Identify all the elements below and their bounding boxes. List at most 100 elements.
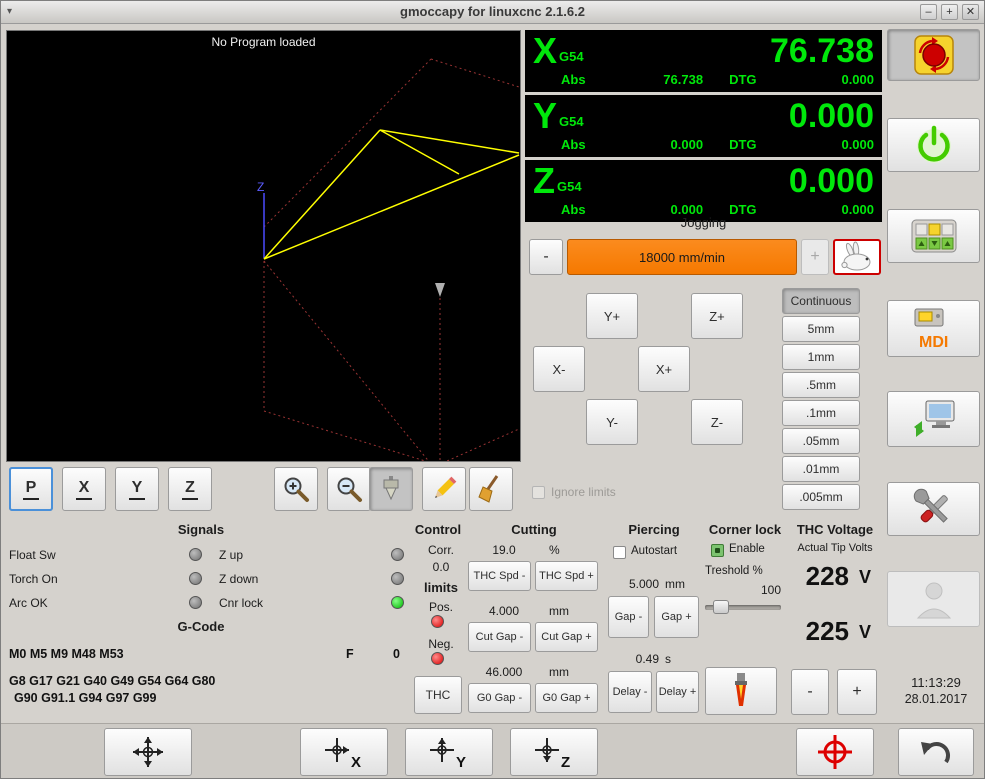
axis-x-dtg-label: DTG	[729, 72, 757, 87]
corner-lock-enable-checkbox[interactable]	[711, 544, 724, 557]
toggle-dimensions-button[interactable]	[369, 467, 413, 511]
clock-date: 28.01.2017	[904, 692, 968, 706]
threshold-slider-handle[interactable]	[713, 600, 729, 614]
view-x-button[interactable]: X	[62, 467, 106, 511]
thc-speed-plus-button[interactable]: THC Spd +	[535, 561, 598, 591]
dro-axis-y[interactable]: Y G54 0.000 Abs 0.000 DTG 0.000	[525, 95, 882, 157]
zoom-out-button[interactable]	[327, 467, 371, 511]
jog-x-plus-button[interactable]: X+	[638, 346, 690, 392]
ignore-limits-option[interactable]: Ignore limits	[532, 485, 616, 499]
threshold-label: Treshold %	[705, 565, 763, 577]
estop-button[interactable]	[887, 29, 980, 81]
feed-value: 0	[393, 647, 400, 661]
jog-z-plus-button[interactable]: Z+	[691, 293, 743, 339]
touch-off-y-button[interactable]: Y	[405, 728, 493, 776]
cut-gap-minus-button[interactable]: Cut Gap -	[468, 622, 531, 652]
jog-x-minus-button[interactable]: X-	[533, 346, 585, 392]
jog-y-plus-button[interactable]: Y+	[586, 293, 638, 339]
view-p-button[interactable]: P	[9, 467, 53, 511]
pierce-gap-minus-button[interactable]: Gap -	[608, 596, 649, 638]
machine-limits-wireframe	[261, 58, 520, 461]
volts-minus-button[interactable]: -	[791, 669, 829, 715]
undo-arrow-icon	[921, 742, 950, 764]
gremlin-preview[interactable]: Z No Program loaded	[6, 30, 521, 462]
control-header: Control	[414, 522, 462, 537]
back-button[interactable]	[898, 728, 974, 776]
touch-off-z-button[interactable]: Z	[510, 728, 598, 776]
jog-speed-minus-button[interactable]: -	[529, 239, 563, 275]
mdi-mode-button[interactable]: MDI	[887, 300, 980, 357]
dro-axis-x[interactable]: X G54 76.738 Abs 76.738 DTG 0.000	[525, 30, 882, 92]
dro-axis-z[interactable]: Z G54 0.000 Abs 0.000 DTG 0.000	[525, 160, 882, 222]
z-down-led	[391, 572, 404, 585]
pierce-gap-unit: mm	[665, 577, 685, 591]
view-z-button[interactable]: Z	[168, 467, 212, 511]
increment-1mm-button[interactable]: 1mm	[782, 344, 860, 370]
jog-z-minus-button[interactable]: Z-	[691, 399, 743, 445]
volts-plus-button[interactable]: +	[837, 669, 877, 715]
show-jog-keypad-button[interactable]	[887, 209, 980, 263]
g0-gap-plus-button[interactable]: G0 Gap +	[535, 683, 598, 713]
set-origin-button[interactable]	[796, 728, 874, 776]
increment-05mm-button[interactable]: .5mm	[782, 372, 860, 398]
touch-off-all-button[interactable]	[104, 728, 192, 776]
touch-off-x-button[interactable]: X	[300, 728, 388, 776]
axis-y-abs-value: 0.000	[670, 137, 704, 152]
jog-keypad-icon	[911, 219, 956, 253]
thc-speed-minus-button[interactable]: THC Spd -	[468, 561, 531, 591]
minimize-button[interactable]: –	[920, 4, 937, 20]
active-gcodes-line2: G90 G91.1 G94 G97 G99	[14, 691, 157, 705]
corner-lock-header: Corner lock	[708, 522, 782, 537]
thc-voltage-header: THC Voltage	[796, 522, 874, 537]
settings-button[interactable]	[887, 482, 980, 536]
pierce-delay-minus-button[interactable]: Delay -	[608, 671, 652, 713]
thc-volts-unit-1: V	[859, 567, 872, 587]
maximize-button[interactable]: +	[941, 4, 958, 20]
toolpath-plot: Z	[257, 58, 520, 461]
increment-0005mm-button[interactable]: .005mm	[782, 484, 860, 510]
zoom-in-button[interactable]	[274, 467, 318, 511]
thc-toggle-button[interactable]: THC	[414, 676, 462, 714]
mdi-icon: MDI	[914, 308, 948, 351]
g0-gap-minus-button[interactable]: G0 Gap -	[468, 683, 531, 713]
pierce-delay-plus-button[interactable]: Delay +	[656, 671, 699, 713]
autostart-checkbox[interactable]	[613, 546, 626, 559]
tool-editor-button[interactable]	[887, 391, 980, 447]
axis-y-dtg-label: DTG	[729, 137, 757, 152]
pierce-delay-value: 0.49	[635, 652, 659, 666]
active-gcodes-line1: G8 G17 G21 G40 G49 G54 G64 G80	[9, 674, 216, 688]
ignore-limits-label: Ignore limits	[551, 485, 616, 499]
turtle-rabbit-toggle-button[interactable]	[833, 239, 881, 275]
zoom-out-icon	[337, 477, 362, 502]
edit-program-button[interactable]	[422, 467, 466, 511]
jog-speed-plus-button[interactable]: +	[801, 239, 829, 275]
increment-001mm-button[interactable]: .01mm	[782, 456, 860, 482]
axis-y-letter: Y	[533, 95, 558, 136]
touch-off-z-letter: Z	[561, 754, 570, 771]
corner-lock-enable-label: Enable	[729, 543, 765, 555]
view-y-button[interactable]: Y	[115, 467, 159, 511]
ignore-limits-checkbox[interactable]	[532, 485, 545, 499]
clear-plot-button[interactable]	[469, 467, 513, 511]
close-button[interactable]: ✕	[962, 4, 979, 20]
jog-y-minus-button[interactable]: Y-	[586, 399, 638, 445]
mdi-icon-label: MDI	[919, 334, 948, 351]
feed-label: F	[346, 647, 354, 661]
view-x-letter: X	[75, 479, 93, 500]
touch-off-y-icon: Y	[430, 738, 466, 771]
jog-speed-bar[interactable]: 18000 mm/min	[567, 239, 797, 275]
torch-button[interactable]	[705, 667, 777, 715]
broom-icon	[478, 475, 499, 503]
signal-torch-on-label: Torch On	[9, 572, 58, 586]
signal-float-sw-label: Float Sw	[9, 548, 56, 562]
pierce-gap-plus-button[interactable]: Gap +	[654, 596, 699, 638]
increment-005mm-button[interactable]: .05mm	[782, 428, 860, 454]
tools-settings-icon	[913, 488, 948, 523]
increment-5mm-button[interactable]: 5mm	[782, 316, 860, 342]
axis-x-value: 76.738	[770, 32, 874, 70]
machine-on-button[interactable]	[887, 118, 980, 172]
increment-01mm-button[interactable]: .1mm	[782, 400, 860, 426]
cut-gap-plus-button[interactable]: Cut Gap +	[535, 622, 598, 652]
user-mode-button[interactable]	[887, 571, 980, 627]
increment-continuous-button[interactable]: Continuous	[782, 288, 860, 314]
